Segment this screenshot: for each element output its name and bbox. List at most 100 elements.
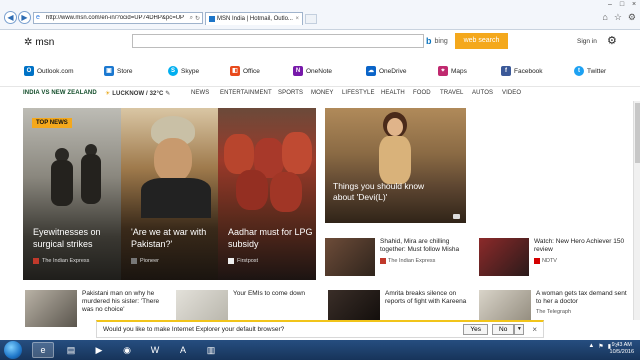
app-label: Facebook — [514, 67, 543, 75]
onedrive-icon: ☁ — [366, 66, 376, 76]
dress-shape — [379, 136, 411, 184]
tile-source: Pioneer — [131, 258, 159, 264]
app-outlook[interactable]: O Outlook.com — [24, 66, 74, 76]
page-scrollbar[interactable] — [633, 101, 640, 320]
news-tile-4[interactable]: Things you should know about 'Devi(L)' — [325, 108, 466, 223]
explorer-taskbar-icon[interactable]: ▤ — [60, 342, 82, 358]
news-tile-3[interactable]: Aadhar must for LPG subsidy Firstpost — [218, 108, 316, 280]
app-onedrive[interactable]: ☁ OneDrive — [366, 66, 406, 76]
app-label: Office — [243, 67, 260, 75]
skype-icon: S — [168, 66, 178, 76]
app-label: OneNote — [306, 67, 333, 75]
app-store[interactable]: ▣ Store — [104, 66, 133, 76]
app-taskbar-icon[interactable]: ▥ — [200, 342, 222, 358]
clock[interactable]: 9:43 AM 10/5/2016 — [610, 342, 634, 356]
start-button[interactable] — [4, 341, 22, 359]
tray-arrow-icon[interactable]: ▲ — [588, 343, 594, 350]
tile-headline[interactable]: Aadhar must for LPG subsidy — [228, 226, 313, 250]
card-thumbnail — [25, 290, 77, 327]
chrome-taskbar-icon[interactable]: ◉ — [116, 342, 138, 358]
notification-close-icon[interactable]: × — [532, 325, 537, 334]
tile-headline[interactable]: Eyewitnesses on surgical strikes — [33, 226, 118, 250]
settings-icon[interactable]: ⚙ — [607, 34, 617, 47]
windows-taskbar: e ▤ ▶ ◉ W A ▥ ▲ ⚑ ▮ ♪ 9:43 AM 10/5/2016 — [0, 340, 640, 360]
new-tab-button[interactable] — [305, 14, 317, 24]
nav-health[interactable]: HEALTH — [381, 90, 405, 96]
acrobat-taskbar-icon[interactable]: A — [172, 342, 194, 358]
address-url[interactable]: http://www.msn.com/en-in/?ocid=UP74DHP&p… — [46, 15, 190, 21]
nav-travel[interactable]: TRAVEL — [440, 90, 464, 96]
news-tile-2[interactable]: 'Are we at war with Pakistan?' Pioneer — [121, 108, 218, 280]
nav-lifestyle[interactable]: LIFESTYLE — [342, 90, 375, 96]
app-facebook[interactable]: f Facebook — [501, 66, 543, 76]
forward-button[interactable]: ▶ — [18, 11, 31, 24]
office-icon: ◧ — [230, 66, 240, 76]
weather-text: LUCKNOW / 32°C — [112, 91, 164, 97]
no-dropdown-chevron-icon[interactable]: ▼ — [514, 324, 525, 335]
tile-headline[interactable]: Things you should know about 'Devi(L)' — [333, 181, 443, 203]
back-button[interactable]: ◀ — [4, 11, 17, 24]
soldier-silhouette-body — [51, 160, 73, 206]
app-label: OneDrive — [379, 67, 407, 75]
nav-video[interactable]: VIDEO — [502, 90, 521, 96]
edit-location-icon[interactable]: ✎ — [165, 91, 170, 97]
app-twitter[interactable]: t Twitter — [574, 66, 606, 76]
nav-entertainment[interactable]: ENTERTAINMENT — [220, 90, 272, 96]
browser-tools: ⌂ ☆ ⚙ — [602, 12, 636, 23]
web-search-button[interactable]: web search — [455, 33, 508, 49]
card-thumbnail — [479, 238, 529, 276]
cylinder-shape — [224, 134, 254, 174]
search-input[interactable] — [132, 34, 424, 48]
card-headline[interactable]: Watch: New Hero Achiever 150 review — [534, 238, 629, 254]
media-player-taskbar-icon[interactable]: ▶ — [88, 342, 110, 358]
app-label: Store — [117, 67, 133, 75]
close-window-button[interactable]: × — [628, 0, 640, 10]
app-onenote[interactable]: N OneNote — [293, 66, 332, 76]
onenote-icon: N — [293, 66, 303, 76]
minimize-button[interactable]: – — [604, 0, 616, 10]
search-dropdown-icon[interactable]: ⌕ — [190, 15, 193, 22]
news-card[interactable]: Watch: New Hero Achiever 150 review NDTV — [479, 238, 629, 276]
tile-headline[interactable]: 'Are we at war with Pakistan?' — [131, 226, 216, 250]
weather-widget[interactable]: ☀ LUCKNOW / 32°C ✎ — [105, 90, 170, 97]
face-shape — [154, 138, 192, 182]
favorites-star-icon[interactable]: ☆ — [614, 12, 622, 23]
msn-butterfly-icon: ✲ — [24, 37, 33, 48]
news-tile-1[interactable]: TOP NEWS Eyewitnesses on surgical strike… — [23, 108, 121, 280]
card-headline[interactable]: A woman gets tax demand sent to her a do… — [536, 290, 629, 306]
home-icon[interactable]: ⌂ — [602, 12, 607, 23]
nav-money[interactable]: MONEY — [311, 90, 334, 96]
tab-close-icon[interactable]: × — [295, 16, 299, 22]
settings-gear-icon[interactable]: ⚙ — [628, 12, 636, 23]
sign-in-link[interactable]: Sign in — [577, 38, 597, 45]
card-source: NDTV — [534, 258, 629, 264]
scrollbar-thumb[interactable] — [635, 103, 640, 163]
browser-tab[interactable]: MSN India | Hotmail, Outlo... × — [205, 12, 303, 25]
card-headline[interactable]: Shahid, Mira are chilling together: Must… — [380, 238, 465, 254]
match-link[interactable]: INDIA VS NEW ZEALAND — [23, 90, 97, 96]
nav-news[interactable]: NEWS — [191, 90, 209, 96]
word-taskbar-icon[interactable]: W — [144, 342, 166, 358]
card-source: The Indian Express — [380, 258, 465, 264]
flag-icon[interactable]: ⚑ — [598, 343, 603, 350]
coat-shape — [141, 178, 211, 218]
no-button[interactable]: No — [492, 324, 515, 335]
app-skype[interactable]: S Skype — [168, 66, 199, 76]
nav-sports[interactable]: SPORTS — [278, 90, 303, 96]
maximize-button[interactable]: □ — [616, 0, 628, 10]
nav-autos[interactable]: AUTOS — [472, 90, 493, 96]
address-bar[interactable]: e http://www.msn.com/en-in/?ocid=UP74DHP… — [33, 12, 203, 24]
sun-icon: ☀ — [105, 91, 111, 97]
refresh-icon[interactable]: ↻ — [195, 15, 200, 22]
app-label: Outlook.com — [37, 67, 74, 75]
nav-food[interactable]: FOOD — [413, 90, 431, 96]
ie-taskbar-icon[interactable]: e — [32, 342, 54, 358]
yes-button[interactable]: Yes — [463, 324, 489, 335]
soldier-silhouette-body-2 — [81, 154, 101, 204]
app-office[interactable]: ◧ Office — [230, 66, 260, 76]
msn-logo[interactable]: ✲ msn — [24, 37, 54, 48]
app-label: Maps — [451, 67, 467, 75]
app-maps[interactable]: ⌖ Maps — [438, 66, 467, 76]
news-card[interactable]: Shahid, Mira are chilling together: Must… — [325, 238, 465, 276]
app-label: Twitter — [587, 67, 607, 75]
